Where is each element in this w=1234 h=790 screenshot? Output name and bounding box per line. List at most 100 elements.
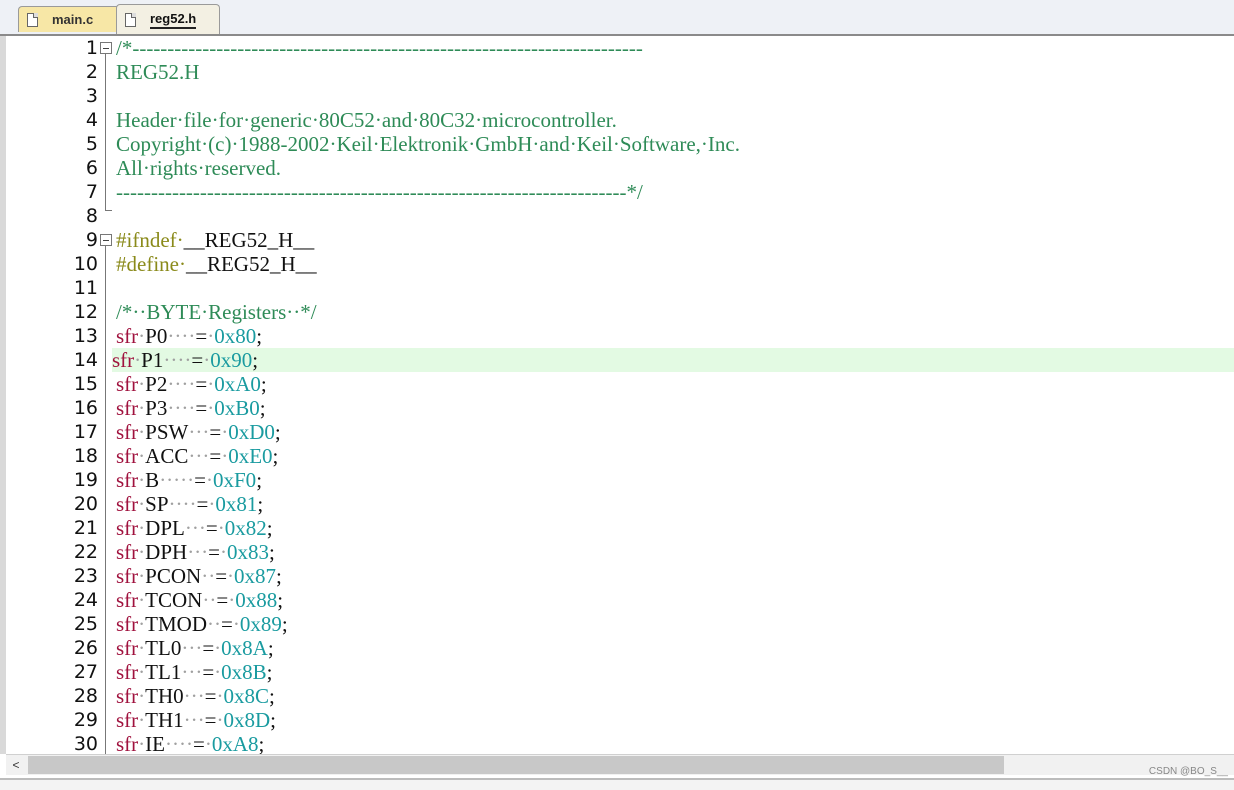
code-token: ·	[216, 684, 224, 708]
code-token: PSW	[145, 420, 189, 444]
code-line[interactable]: sfr·P3····=·0xB0;	[116, 396, 1234, 420]
code-token: IE	[145, 732, 165, 754]
line-number: 26	[73, 637, 98, 659]
line-number: 9	[85, 229, 98, 251]
code-token: sfr	[116, 516, 139, 540]
code-token: ····	[163, 348, 192, 372]
code-token: 0x8D	[223, 708, 271, 732]
line-number: 4	[85, 109, 98, 131]
line-number: 19	[73, 469, 98, 491]
code-token: ;	[270, 708, 277, 732]
code-area[interactable]: /*--------------------------------------…	[112, 36, 1234, 754]
code-token: ·····	[159, 468, 195, 492]
code-token: ;	[274, 420, 281, 444]
code-token: #define·	[116, 252, 186, 276]
fold-column	[100, 36, 116, 754]
code-token: ···	[183, 708, 205, 732]
code-line[interactable]: sfr·ACC···=·0xE0;	[116, 444, 1234, 468]
code-token: =	[192, 732, 205, 754]
code-line[interactable]: sfr·TMOD··=·0x89;	[116, 612, 1234, 636]
code-token: =	[208, 540, 221, 564]
code-line[interactable]: Header·file·for·generic·80C52·and·80C32·…	[116, 108, 1234, 132]
code-token: ····	[168, 492, 197, 516]
code-line[interactable]: REG52.H	[116, 60, 1234, 84]
code-line[interactable]: ----------------------------------------…	[116, 180, 1234, 204]
code-token: 0x8C	[223, 684, 270, 708]
line-number: 15	[73, 373, 98, 395]
code-line[interactable]: Copyright·(c)·1988-2002·Keil·Elektronik·…	[116, 132, 1234, 156]
code-line[interactable]: All·rights·reserved.	[116, 156, 1234, 180]
watermark: CSDN @BO_S__	[1148, 766, 1228, 777]
code-line[interactable]: sfr·TCON··=·0x88;	[116, 588, 1234, 612]
code-token: ····	[167, 324, 196, 348]
code-line[interactable]: sfr·P2····=·0xA0;	[116, 372, 1234, 396]
code-token: ACC	[145, 444, 189, 468]
code-token: sfr	[116, 612, 139, 636]
code-token: P2	[145, 372, 168, 396]
code-token: ·	[216, 708, 224, 732]
code-token: ···	[188, 444, 210, 468]
scroll-left-arrow-icon[interactable]: <	[6, 755, 26, 775]
code-line[interactable]: #define·__REG52_H__	[116, 252, 1234, 276]
code-token: sfr	[112, 348, 135, 372]
tab-main-c[interactable]: main.c	[18, 6, 122, 32]
code-token: 0xD0	[228, 420, 275, 444]
code-line[interactable]: sfr·TL1···=·0x8B;	[116, 660, 1234, 684]
line-number: 17	[73, 421, 98, 443]
code-token: ·	[227, 564, 235, 588]
code-line[interactable]: sfr·P0····=·0x80;	[116, 324, 1234, 348]
code-token: ···	[184, 516, 206, 540]
code-token: TL0	[145, 636, 182, 660]
code-line[interactable]	[116, 84, 1234, 108]
code-token: ;	[252, 348, 259, 372]
code-line[interactable]: sfr·TH1···=·0x8D;	[116, 708, 1234, 732]
code-token: 0xA0	[214, 372, 261, 396]
line-number: 14	[73, 349, 98, 371]
code-line[interactable]: sfr·B·····=·0xF0;	[116, 468, 1234, 492]
code-token: 0x88	[235, 588, 278, 612]
code-token: sfr	[116, 564, 139, 588]
code-line[interactable]: sfr·TH0···=·0x8C;	[116, 684, 1234, 708]
code-line[interactable]: sfr·P1····=·0x90;	[112, 348, 1234, 372]
code-line[interactable]: sfr·DPH···=·0x83;	[116, 540, 1234, 564]
line-number: 25	[73, 613, 98, 635]
code-line[interactable]: sfr·SP····=·0x81;	[116, 492, 1234, 516]
code-token: 0xB0	[214, 396, 260, 420]
line-number: 29	[73, 709, 98, 731]
code-token: sfr	[116, 324, 139, 348]
code-token: P3	[145, 396, 168, 420]
code-token: DPL	[145, 516, 185, 540]
code-line[interactable]: sfr·PSW···=·0xD0;	[116, 420, 1234, 444]
code-token: ·	[206, 468, 213, 492]
code-token: ;	[256, 324, 263, 348]
code-line[interactable]: /*--------------------------------------…	[116, 36, 1234, 60]
file-icon	[27, 12, 38, 27]
code-token: =	[204, 684, 217, 708]
code-token: ····	[167, 372, 196, 396]
fold-collapse-icon[interactable]	[100, 234, 112, 246]
code-token: ;	[257, 492, 264, 516]
line-number: 8	[85, 205, 98, 227]
fold-collapse-icon[interactable]	[100, 42, 112, 54]
scrollbar-thumb[interactable]	[28, 756, 1004, 774]
tab-reg52-h[interactable]: reg52.h	[116, 4, 220, 34]
code-line[interactable]: sfr·DPL···=·0x82;	[116, 516, 1234, 540]
code-token: ;	[259, 396, 266, 420]
code-token: ·	[220, 540, 228, 564]
code-line[interactable]: #ifndef·__REG52_H__	[116, 228, 1234, 252]
code-line[interactable]	[116, 204, 1234, 228]
horizontal-scrollbar[interactable]: <	[6, 754, 1234, 775]
code-token: =	[195, 396, 208, 420]
code-editor[interactable]: 1 2 3 4 5 6 7 8 9 10 11 12 13 14 15 16 17 18 19 20 21 22 23 24 2…	[0, 36, 1234, 754]
code-line[interactable]	[116, 276, 1234, 300]
code-token: =	[194, 468, 206, 492]
code-line[interactable]: sfr·TL0···=·0x8A;	[116, 636, 1234, 660]
line-number: 18	[73, 445, 98, 467]
code-token: 0x80	[214, 324, 257, 348]
code-line[interactable]: sfr·IE····=·0xA8;	[116, 732, 1234, 754]
code-line[interactable]: sfr·PCON··=·0x87;	[116, 564, 1234, 588]
code-line[interactable]: /*··BYTE·Registers··*/	[116, 300, 1234, 324]
code-token: sfr	[116, 468, 139, 492]
code-token: sfr	[116, 540, 139, 564]
code-token: 0x90	[210, 348, 253, 372]
